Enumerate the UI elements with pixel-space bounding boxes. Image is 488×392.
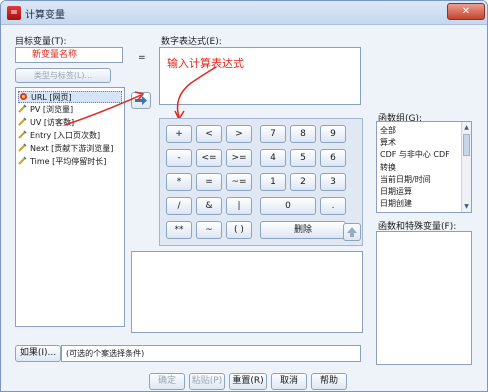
key-5[interactable]: 5: [290, 149, 316, 167]
key-divide[interactable]: /: [166, 197, 192, 215]
function-description-area: [131, 251, 363, 333]
ok-button[interactable]: 确定: [149, 373, 185, 390]
key-6[interactable]: 6: [320, 149, 346, 167]
variable-item[interactable]: URL [网页]: [18, 91, 122, 103]
key-less-equal[interactable]: <=: [196, 149, 222, 167]
if-button[interactable]: 如果(I)...: [15, 345, 61, 362]
function-group-list[interactable]: 全部 算术 CDF 与非中心 CDF 转换 当前日期/时间 日期运算 日期创建 …: [376, 121, 472, 213]
type-and-label-button[interactable]: 类型与标签(L)...: [15, 68, 111, 83]
move-to-expression-button[interactable]: [131, 92, 151, 109]
scale-variable-icon: [18, 130, 27, 139]
variable-item[interactable]: UV [访客数]: [18, 117, 122, 129]
variable-list[interactable]: URL [网页] PV [浏览量] UV [访客数] Entry [入口页次数]…: [15, 87, 125, 327]
scale-variable-icon: [18, 117, 27, 126]
key-less-than[interactable]: <: [196, 125, 222, 143]
move-up-button[interactable]: [343, 223, 361, 241]
key-equal[interactable]: =: [196, 173, 222, 191]
reset-button[interactable]: 重置(R): [229, 373, 267, 390]
expression-annotation: 输入计算表达式: [167, 57, 244, 70]
arrow-up-icon: [347, 227, 357, 237]
key-4[interactable]: 4: [260, 149, 286, 167]
list-item[interactable]: 全部: [380, 125, 396, 136]
close-button[interactable]: ✕: [447, 3, 485, 20]
key-delete[interactable]: 删除: [260, 221, 346, 239]
list-item[interactable]: 日期创建: [380, 198, 412, 209]
key-decimal[interactable]: .: [320, 197, 346, 215]
scroll-up-icon[interactable]: ▲: [463, 123, 470, 132]
key-and[interactable]: &: [196, 197, 222, 215]
string-variable-icon: [20, 93, 27, 100]
target-variable-input[interactable]: 新变量名称: [15, 47, 123, 63]
key-8[interactable]: 8: [290, 125, 316, 143]
target-variable-label: 目标变量(T):: [15, 37, 67, 47]
key-greater-equal[interactable]: >=: [226, 149, 252, 167]
scroll-down-icon[interactable]: ▼: [463, 202, 470, 211]
calculator-keypad: + < > 7 8 9 - <= >= 4 5 6 * = ~= 1 2 3 /…: [159, 118, 363, 246]
scale-variable-icon: [18, 156, 27, 165]
key-power[interactable]: **: [166, 221, 192, 239]
help-button[interactable]: 帮助: [311, 373, 347, 390]
key-multiply[interactable]: *: [166, 173, 192, 191]
variable-item[interactable]: Entry [入口页次数]: [18, 130, 122, 142]
calculator-icon: =: [7, 6, 21, 20]
function-group-scrollbar[interactable]: ▲ ▼: [461, 122, 471, 212]
key-parentheses[interactable]: ( ): [226, 221, 252, 239]
case-selection-condition: (可选的个案选择条件): [61, 345, 361, 362]
functions-list[interactable]: [376, 231, 472, 365]
paste-button[interactable]: 粘贴(P): [189, 373, 225, 390]
cancel-button[interactable]: 取消: [271, 373, 307, 390]
equals-sign: =: [138, 53, 146, 63]
numeric-expression-label: 数字表达式(E):: [161, 37, 222, 47]
variable-label: URL [网页]: [31, 93, 72, 102]
scale-variable-icon: [18, 104, 27, 113]
case-selection-note: (可选的个案选择条件): [66, 349, 145, 358]
list-item[interactable]: 转换: [380, 162, 396, 173]
variable-label: Time [平均停留时长]: [30, 157, 107, 166]
list-item[interactable]: CDF 与非中心 CDF: [380, 149, 450, 160]
key-not-equal[interactable]: ~=: [226, 173, 252, 191]
list-item[interactable]: 算术: [380, 137, 396, 148]
title-bar: = 计算变量 ✕: [1, 1, 487, 25]
scale-variable-icon: [18, 143, 27, 152]
list-item[interactable]: 当前日期/时间: [380, 174, 431, 185]
variable-item[interactable]: Next [贡献下游浏览量]: [18, 143, 122, 155]
key-2[interactable]: 2: [290, 173, 316, 191]
variable-item[interactable]: PV [浏览量]: [18, 104, 122, 116]
key-3[interactable]: 3: [320, 173, 346, 191]
numeric-expression-input[interactable]: 输入计算表达式: [159, 47, 361, 105]
target-variable-value: 新变量名称: [32, 50, 78, 60]
variable-label: PV [浏览量]: [30, 105, 74, 114]
key-0[interactable]: 0: [260, 197, 316, 215]
arrow-right-icon: [135, 96, 147, 105]
window-title: 计算变量: [25, 10, 65, 21]
variable-label: Entry [入口页次数]: [30, 131, 101, 140]
key-1[interactable]: 1: [260, 173, 286, 191]
compute-variable-dialog: = 计算变量 ✕ 目标变量(T): 新变量名称 = 类型与标签(L)... 数字…: [0, 0, 488, 392]
list-item[interactable]: 日期运算: [380, 186, 412, 197]
variable-label: Next [贡献下游浏览量]: [30, 144, 114, 153]
key-9[interactable]: 9: [320, 125, 346, 143]
key-not[interactable]: ~: [196, 221, 222, 239]
key-or[interactable]: |: [226, 197, 252, 215]
scroll-thumb[interactable]: [463, 134, 470, 156]
key-7[interactable]: 7: [260, 125, 286, 143]
variable-item[interactable]: Time [平均停留时长]: [18, 156, 122, 168]
key-plus[interactable]: +: [166, 125, 192, 143]
variable-label: UV [访客数]: [30, 118, 75, 127]
key-greater-than[interactable]: >: [226, 125, 252, 143]
key-minus[interactable]: -: [166, 149, 192, 167]
